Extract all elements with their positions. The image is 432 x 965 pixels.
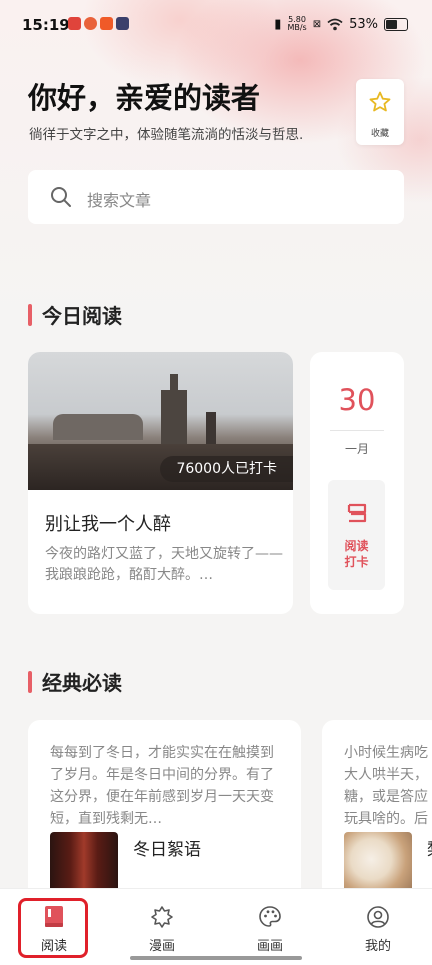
checkin-label-line2: 打卡 — [344, 555, 369, 569]
sim-off-icon: ⊠ — [312, 18, 322, 30]
checkin-label-line1: 阅读 — [344, 539, 369, 553]
section-today-label: 今日阅读 — [42, 304, 122, 328]
tab-painting[interactable]: 画画 — [216, 889, 324, 959]
photo-clocktower — [161, 374, 187, 450]
classic-excerpt-line: 小时候生病吃 — [344, 745, 428, 761]
home-indicator[interactable] — [130, 956, 302, 960]
classic-title: 冬日絮语 — [133, 840, 201, 860]
badge-star-icon — [151, 906, 173, 928]
date-day: 30 — [338, 383, 376, 417]
greeting-title: 你好，亲爱的读者 — [28, 81, 261, 115]
battery-percent: 53% — [349, 16, 378, 32]
section-classics-label: 经典必读 — [42, 671, 122, 695]
classic-excerpt: 小时候生病吃 大人哄半天， 糖，或是答应 玩具啥的。后 — [344, 742, 432, 830]
reading-checkin-button[interactable]: 阅读 打卡 — [328, 480, 385, 590]
classic-title: 梨 — [427, 835, 432, 860]
app-notification-icon — [84, 17, 97, 30]
user-icon — [367, 906, 389, 928]
section-accent-bar — [28, 303, 32, 326]
article-excerpt: 今夜的路灯又蓝了，天地又旋转了——我踉踉跄跄，酩酊大醉。… — [45, 546, 283, 583]
date-divider — [330, 430, 384, 431]
article-title: 别让我一个人醉 — [45, 514, 171, 535]
today-article-card[interactable]: 76000人已打卡 别让我一个人醉 今夜的路灯又蓝了，天地又旋转了——我踉踉跄跄… — [28, 352, 293, 614]
section-today-title: 今日阅读 — [28, 300, 122, 329]
article-cover-image: 76000人已打卡 — [28, 352, 293, 490]
checkin-count-badge: 76000人已打卡 — [160, 456, 293, 482]
status-right: ▮ 5.80 MB/s ⊠ 53% — [274, 16, 408, 32]
app-notification-icon — [116, 17, 129, 30]
classic-excerpt-line: 玩具啥的。后 — [344, 811, 428, 827]
active-tab-highlight — [18, 898, 88, 958]
greeting-subtitle: 徜徉于文字之中，体验随笔流淌的恬淡与哲思. — [29, 127, 304, 143]
network-speed-unit: MB/s — [287, 23, 307, 32]
search-bar[interactable]: 搜索文章 — [28, 170, 404, 224]
app-notification-icon — [68, 17, 81, 30]
photo-castle — [53, 414, 143, 440]
tab-comics[interactable]: 漫画 — [108, 889, 216, 959]
checkin-label: 阅读 打卡 — [328, 538, 385, 570]
section-classics-title: 经典必读 — [28, 667, 122, 696]
app-notification-icon — [100, 17, 113, 30]
tab-label: 画画 — [256, 939, 283, 954]
battery-icon — [384, 17, 408, 31]
palette-icon — [259, 906, 281, 927]
favorites-label: 收藏 — [370, 129, 389, 139]
notification-icons — [68, 17, 129, 30]
search-placeholder: 搜索文章 — [87, 191, 152, 210]
classic-excerpt: 每每到了冬日，才能实实在在触摸到了岁月。年是冬日中间的分界。有了这分界，便在年前… — [50, 745, 274, 827]
checkin-icon — [347, 503, 366, 523]
status-bar: 15:19 ▮ 5.80 MB/s ⊠ 53% — [0, 0, 432, 50]
date-month: 一月 — [344, 442, 369, 456]
favorites-button[interactable]: 收藏 — [356, 79, 404, 145]
date-card: 30 一月 阅读 打卡 — [310, 352, 404, 614]
classic-card[interactable]: 每每到了冬日，才能实实在在触摸到了岁月。年是冬日中间的分界。有了这分界，便在年前… — [28, 720, 301, 900]
wifi-icon — [327, 18, 343, 30]
classic-card[interactable]: 小时候生病吃 大人哄半天， 糖，或是答应 玩具啥的。后 梨 — [322, 720, 432, 900]
tab-mine[interactable]: 我的 — [324, 889, 432, 959]
status-time: 15:19 — [22, 16, 70, 34]
search-icon — [51, 187, 71, 207]
star-icon — [369, 91, 391, 112]
tab-label: 我的 — [364, 939, 391, 954]
network-speed: 5.80 MB/s — [287, 16, 306, 32]
classic-excerpt-line: 大人哄半天， — [344, 767, 428, 783]
vibrate-icon: ▮ — [274, 16, 282, 32]
section-accent-bar — [28, 670, 32, 693]
classic-excerpt-line: 糖，或是答应 — [344, 789, 428, 805]
tab-label: 漫画 — [148, 939, 175, 954]
